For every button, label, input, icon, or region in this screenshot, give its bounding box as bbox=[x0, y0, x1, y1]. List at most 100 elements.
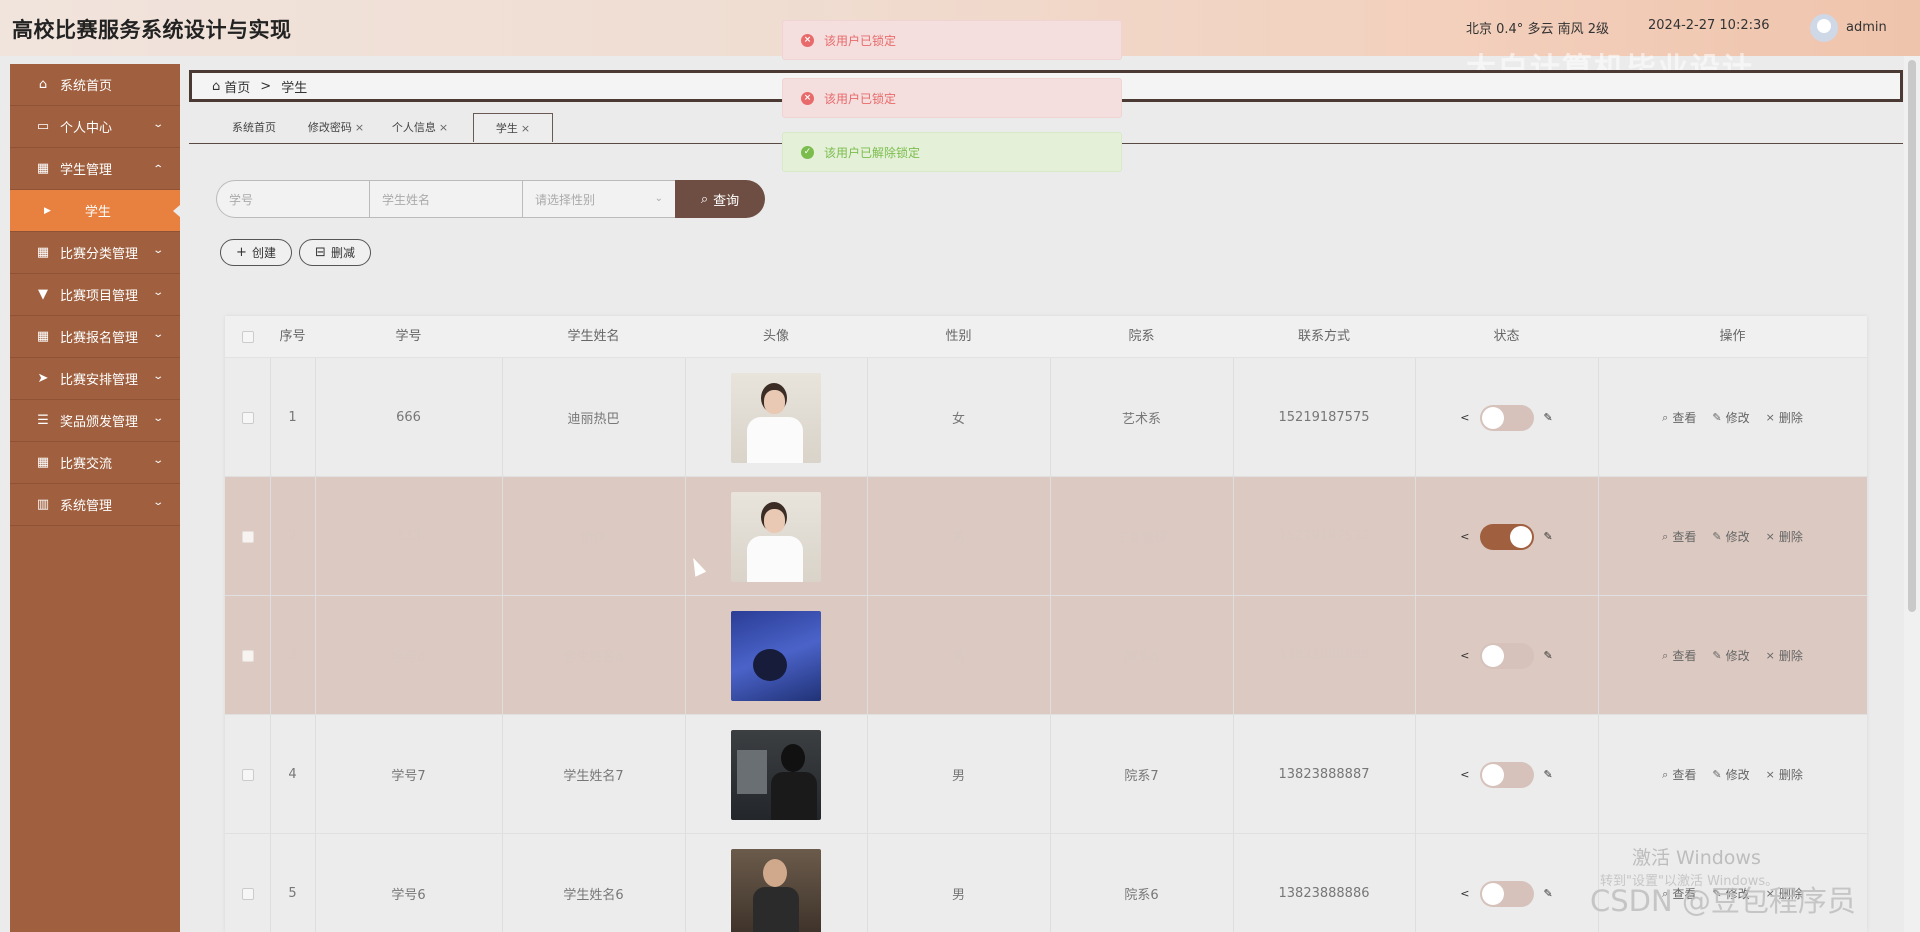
share-icon[interactable]: < bbox=[1460, 887, 1469, 900]
pencil-icon[interactable]: ✎ bbox=[1544, 649, 1553, 662]
sidebar-item-student[interactable]: ▶ 学生 bbox=[10, 190, 180, 232]
cell-dept: 艺术系 bbox=[1050, 358, 1233, 477]
cell-dept: 工商管理 bbox=[1050, 477, 1233, 596]
pencil-icon: ✎ bbox=[1712, 530, 1722, 543]
status-controls: < ✎ bbox=[1460, 880, 1553, 907]
pencil-icon[interactable]: ✎ bbox=[1544, 411, 1553, 424]
student-photo[interactable] bbox=[731, 491, 821, 582]
close-icon[interactable]: × bbox=[355, 121, 364, 134]
status-toggle[interactable] bbox=[1479, 404, 1534, 431]
view-button[interactable]: ⌕ 查看 bbox=[1662, 528, 1696, 545]
delete-row-button[interactable]: × 删除 bbox=[1766, 528, 1803, 545]
delete-button[interactable]: ⊟ 删减 bbox=[299, 239, 371, 266]
cell-phone-text: 13823888887 bbox=[1278, 767, 1370, 782]
status-controls: < ✎ bbox=[1460, 404, 1553, 431]
cell-student-no-text: 学号6 bbox=[391, 888, 426, 903]
view-button[interactable]: ⌕ 查看 bbox=[1662, 647, 1696, 664]
table-row[interactable]: 4 学号7 学生姓名7 男院系7 13823888887 < ✎ ⌕ 查看 ✎ 修改 × 删除 bbox=[225, 715, 1867, 834]
edit-button[interactable]: ✎ 修改 bbox=[1712, 409, 1749, 426]
student-no-input[interactable]: 学号 bbox=[216, 180, 369, 218]
close-icon[interactable]: × bbox=[439, 121, 448, 134]
cell-student-no-text: 学号7 bbox=[391, 769, 426, 784]
sidebar-item-registration-management[interactable]: ▦ 比赛报名管理 ⌄ bbox=[10, 316, 180, 358]
pencil-icon[interactable]: ✎ bbox=[1544, 768, 1553, 781]
sidebar-item-award-management[interactable]: ☰ 奖品颁发管理 ⌄ bbox=[10, 400, 180, 442]
user-avatar[interactable] bbox=[1810, 14, 1838, 42]
view-button[interactable]: ⌕ 查看 bbox=[1662, 766, 1696, 783]
share-icon[interactable]: < bbox=[1460, 768, 1469, 781]
cell-status: < ✎ bbox=[1415, 715, 1598, 834]
tab-label: 修改密码 bbox=[307, 121, 352, 134]
cell-avatar bbox=[685, 358, 867, 477]
tab-change-password[interactable]: 修改密码 × bbox=[301, 113, 371, 141]
row-checkbox[interactable] bbox=[241, 411, 254, 424]
share-icon[interactable]: < bbox=[1460, 411, 1469, 424]
student-photo[interactable] bbox=[731, 729, 821, 820]
student-photo[interactable] bbox=[731, 610, 821, 701]
row-checkbox[interactable] bbox=[241, 649, 254, 662]
student-photo[interactable] bbox=[731, 372, 821, 463]
grid-icon: ▦ bbox=[36, 161, 50, 176]
delete-row-button[interactable]: × 删除 bbox=[1766, 409, 1803, 426]
delete-row-button[interactable]: × 删除 bbox=[1766, 647, 1803, 664]
view-button[interactable]: ⌕ 查看 bbox=[1662, 409, 1696, 426]
cell-index: 3 bbox=[270, 596, 315, 715]
row-checkbox[interactable] bbox=[241, 768, 254, 781]
cell-dept-text: 院系6 bbox=[1124, 888, 1159, 903]
sidebar-item-label: 奖品颁发管理 bbox=[60, 415, 139, 430]
create-button[interactable]: + 创建 bbox=[220, 239, 292, 266]
query-button[interactable]: ⌕ 查询 bbox=[675, 180, 765, 218]
status-toggle[interactable] bbox=[1479, 642, 1534, 669]
view-label: 查看 bbox=[1672, 530, 1697, 544]
create-button-label: 创建 bbox=[251, 246, 276, 260]
username[interactable]: admin bbox=[1846, 20, 1887, 35]
delete-row-button[interactable]: × 删除 bbox=[1766, 766, 1803, 783]
close-icon[interactable]: × bbox=[521, 122, 530, 135]
sidebar-item-category-management[interactable]: ▦ 比赛分类管理 ⌄ bbox=[10, 232, 180, 274]
cell-operations: ⌕ 查看 ✎ 修改 × 删除 bbox=[1598, 715, 1867, 834]
select-all-checkbox[interactable] bbox=[241, 330, 254, 343]
student-name-input[interactable]: 学生姓名 bbox=[369, 180, 522, 218]
sidebar-item-schedule-management[interactable]: ➤ 比赛安排管理 ⌄ bbox=[10, 358, 180, 400]
table-row[interactable]: 1 666 迪丽热巴女艺术系 15219187575 < ✎ ⌕ 查看 ✎ 修改 × 删除 bbox=[225, 358, 1867, 477]
scrollbar-thumb[interactable] bbox=[1908, 60, 1916, 612]
edit-button[interactable]: ✎ 修改 bbox=[1712, 528, 1749, 545]
sidebar-item-project-management[interactable]: ▼ 比赛项目管理 ⌄ bbox=[10, 274, 180, 316]
table-row[interactable]: 2 333 杨洋男工商管理 15219187533 < ✎ ⌕ 查看 ✎ 修改 × 删除 bbox=[225, 477, 1867, 596]
status-toggle[interactable] bbox=[1479, 523, 1534, 550]
sidebar-item-personal-center[interactable]: ▭ 个人中心 ⌄ bbox=[10, 106, 180, 148]
cell-student-no-text: 333 bbox=[396, 529, 421, 544]
sidebar-item-system-management[interactable]: ▥ 系统管理 ⌄ bbox=[10, 484, 180, 526]
sidebar-item-exchange[interactable]: ▦ 比赛交流 ⌄ bbox=[10, 442, 180, 484]
chevron-down-icon: ⌄ bbox=[151, 497, 164, 508]
page-scrollbar[interactable] bbox=[1904, 56, 1920, 932]
pencil-icon[interactable]: ✎ bbox=[1544, 887, 1553, 900]
share-icon[interactable]: < bbox=[1460, 530, 1469, 543]
table-row[interactable]: 3 学号8 学生姓名8 男院系8 13823888888 < ✎ ⌕ 查看 ✎ 修改 × 删除 bbox=[225, 596, 1867, 715]
tab-home[interactable]: 系统首页 bbox=[219, 113, 289, 141]
sidebar-item-home[interactable]: ⌂ 系统首页 bbox=[10, 64, 180, 106]
cell-gender-text: 男 bbox=[951, 888, 965, 903]
tab-student[interactable]: 学生 × bbox=[473, 113, 553, 142]
cell-student-name: 迪丽热巴 bbox=[502, 358, 685, 477]
status-toggle[interactable] bbox=[1479, 761, 1534, 788]
student-photo[interactable] bbox=[731, 848, 821, 932]
edit-button[interactable]: ✎ 修改 bbox=[1712, 766, 1749, 783]
gender-select[interactable]: 请选择性别 ⌄ bbox=[522, 180, 675, 218]
sidebar-item-label: 系统管理 bbox=[60, 499, 113, 514]
header-select-all[interactable] bbox=[225, 316, 270, 358]
toast-text: 该用户已锁定 bbox=[824, 91, 897, 106]
pencil-icon: ✎ bbox=[1712, 649, 1722, 662]
status-toggle[interactable] bbox=[1479, 880, 1534, 907]
breadcrumb-home[interactable]: 首页 bbox=[224, 77, 250, 96]
row-checkbox[interactable] bbox=[241, 530, 254, 543]
sidebar-item-student-management[interactable]: ▦ 学生管理 ⌃ bbox=[10, 148, 180, 190]
search-icon: ⌕ bbox=[1662, 767, 1669, 781]
tab-personal-info[interactable]: 个人信息 × bbox=[385, 113, 455, 141]
pencil-icon[interactable]: ✎ bbox=[1544, 530, 1553, 543]
share-icon[interactable]: < bbox=[1460, 649, 1469, 662]
app-title: 高校比赛服务系统设计与实现 bbox=[12, 18, 292, 42]
error-icon: × bbox=[801, 33, 814, 47]
row-checkbox[interactable] bbox=[241, 887, 254, 900]
edit-button[interactable]: ✎ 修改 bbox=[1712, 647, 1749, 664]
